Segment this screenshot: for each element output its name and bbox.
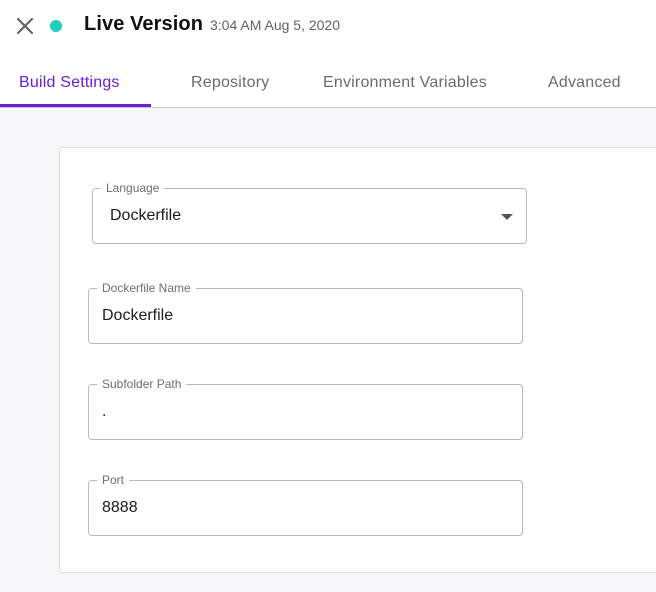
version-timestamp: 3:04 AM Aug 5, 2020 (210, 17, 340, 33)
page-title: Live Version (84, 13, 204, 35)
active-tab-indicator (0, 104, 151, 107)
dockerfile-name-field[interactable]: Dockerfile Name Dockerfile (88, 281, 523, 344)
tab-environment-variables[interactable]: Environment Variables (323, 74, 487, 92)
tab-repository[interactable]: Repository (191, 74, 269, 92)
port-value: 8888 (102, 499, 138, 516)
tab-build-settings[interactable]: Build Settings (19, 74, 120, 92)
header: Live Version 3:04 AM Aug 5, 2020 Build S… (0, 0, 656, 108)
subfolder-path-label: Subfolder Path (97, 377, 187, 391)
subfolder-path-value: . (102, 403, 107, 420)
tab-advanced[interactable]: Advanced (548, 74, 621, 92)
language-value: Dockerfile (110, 207, 182, 224)
port-label: Port (97, 473, 130, 487)
close-button[interactable] (14, 15, 36, 37)
language-label: Language (101, 181, 165, 195)
close-icon[interactable] (16, 17, 34, 35)
dropdown-arrow-icon[interactable] (501, 214, 513, 220)
language-select[interactable]: Language Dockerfile (92, 181, 527, 244)
subfolder-path-field[interactable]: Subfolder Path . (88, 377, 523, 440)
port-field[interactable]: Port 8888 (88, 473, 523, 536)
main-content: Language Dockerfile Dockerfile Name Dock… (0, 108, 656, 592)
dockerfile-name-label: Dockerfile Name (97, 281, 196, 295)
build-settings-card: Language Dockerfile Dockerfile Name Dock… (59, 147, 656, 573)
status-dot (50, 20, 62, 32)
dockerfile-name-value: Dockerfile (102, 307, 174, 324)
